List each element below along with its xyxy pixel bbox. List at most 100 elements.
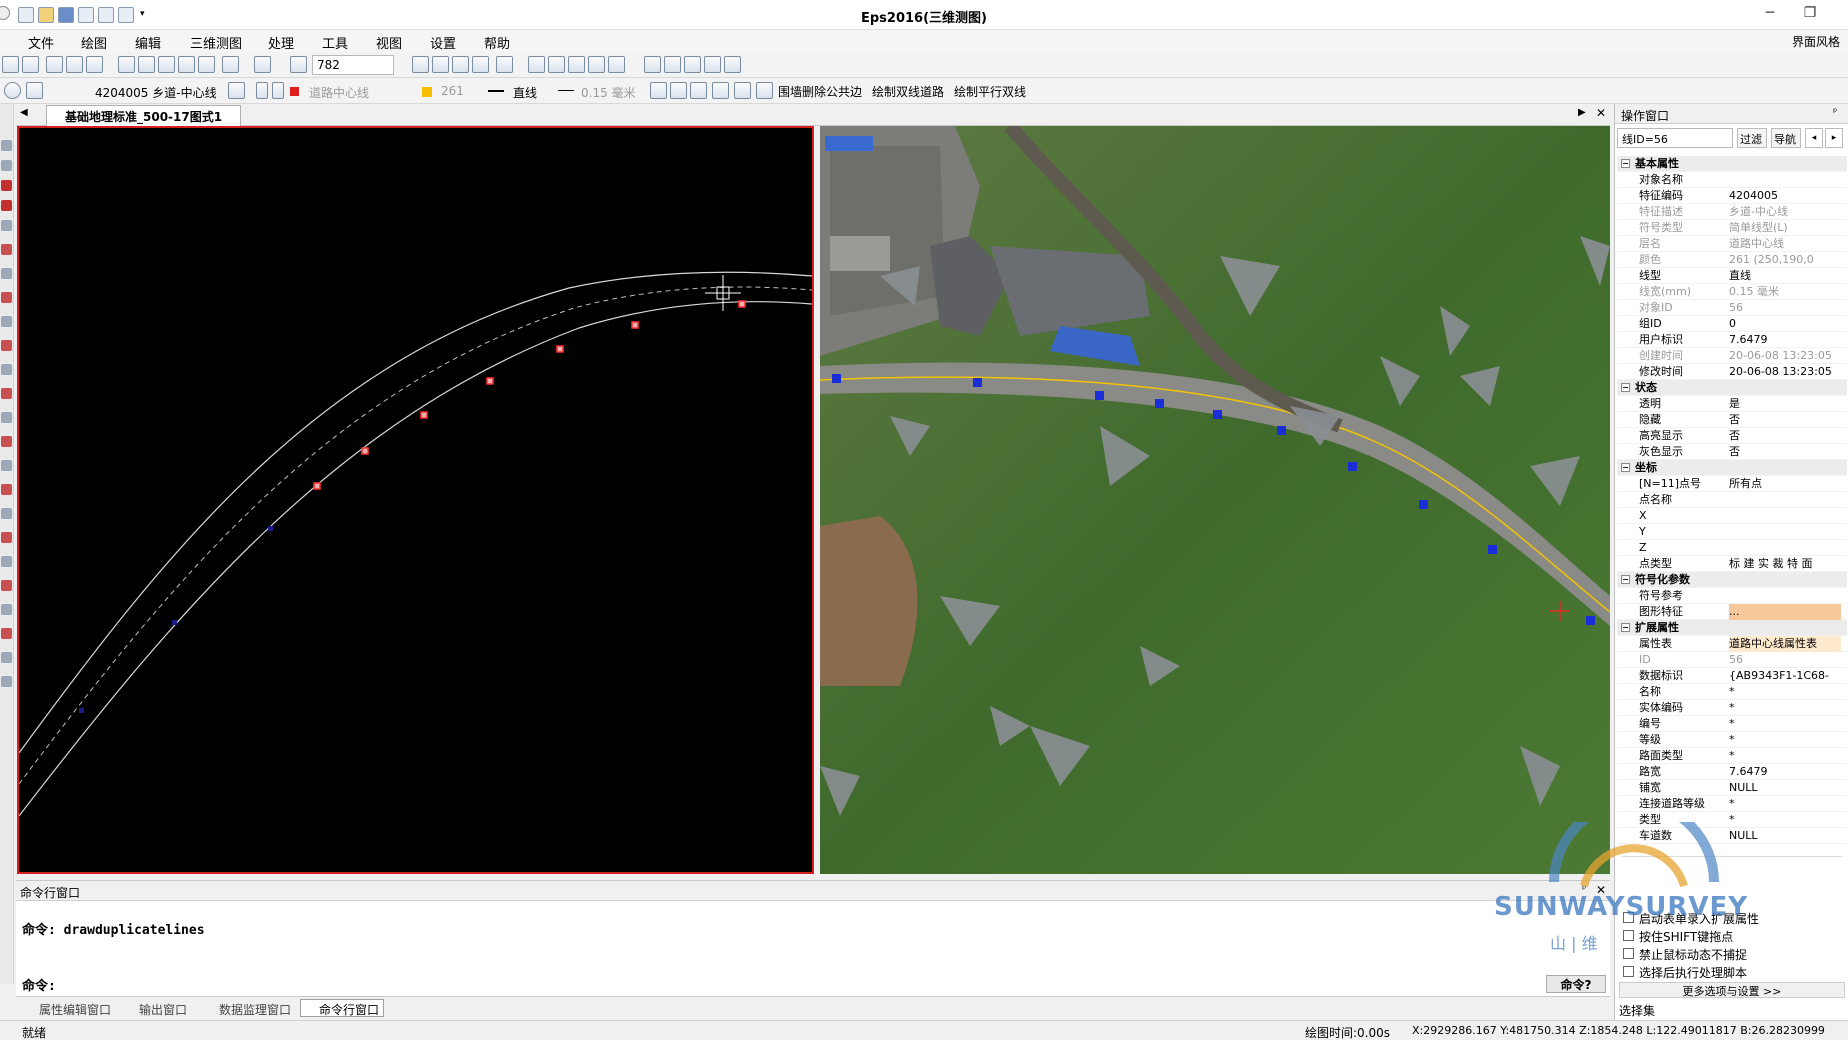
monitor-icon[interactable] — [734, 82, 751, 99]
property-row[interactable]: 等级 * — [1617, 732, 1847, 748]
property-row[interactable]: 对象名称 — [1617, 172, 1847, 188]
tool-13-icon[interactable] — [1, 412, 12, 423]
property-row[interactable]: 路面类型 * — [1617, 748, 1847, 764]
collapse-toggle-icon[interactable]: − — [1621, 575, 1630, 584]
property-row[interactable]: 名称 * — [1617, 684, 1847, 700]
undo-icon[interactable] — [2, 56, 19, 73]
property-group-header[interactable]: − 坐标 — [1617, 460, 1847, 476]
tab-scroll-right-icon[interactable]: ▶ — [1578, 107, 1586, 118]
property-value[interactable]: 道路中心线属性表 — [1729, 636, 1841, 652]
property-row[interactable]: 高亮显示 否 — [1617, 428, 1847, 444]
view-2-icon[interactable] — [548, 56, 565, 73]
tool-15-icon[interactable] — [1, 460, 12, 471]
option-no-dynamic-snap-checkbox[interactable] — [1623, 948, 1634, 959]
tool-21-icon[interactable] — [1, 604, 12, 615]
more-options-button[interactable]: 更多选项与设置 >> — [1619, 982, 1845, 998]
selection-set-tab[interactable]: 选择集 — [1619, 1002, 1655, 1019]
grid-4-icon[interactable] — [472, 56, 489, 73]
option-run-script[interactable]: 选择后执行处理脚本 — [1623, 964, 1747, 981]
zoom-out-icon[interactable] — [118, 56, 135, 73]
property-value[interactable]: 7.6479 — [1729, 764, 1841, 780]
grid-1-icon[interactable] — [412, 56, 429, 73]
property-value[interactable]: 是 — [1729, 396, 1841, 412]
tool-18-icon[interactable] — [1, 532, 12, 543]
property-row[interactable]: 透明 是 — [1617, 396, 1847, 412]
menu-3d-mapping[interactable]: 三维测图 — [190, 33, 242, 52]
panel-pin-icon[interactable]: ᵖ — [1833, 107, 1837, 118]
tool-24-icon[interactable] — [1, 676, 12, 687]
property-row[interactable]: 编号 * — [1617, 716, 1847, 732]
view-5-icon[interactable] — [608, 56, 625, 73]
property-value[interactable]: 简单线型(L) — [1729, 220, 1841, 236]
info-icon[interactable] — [4, 82, 21, 99]
tool-2-icon[interactable] — [1, 160, 12, 171]
snap-5-icon[interactable] — [724, 56, 741, 73]
menu-file[interactable]: 文件 — [28, 33, 54, 52]
property-row[interactable]: Y — [1617, 524, 1847, 540]
lock-object-icon[interactable] — [650, 82, 667, 99]
zoom-previous-icon[interactable] — [198, 56, 215, 73]
color-combo[interactable]: 261 — [436, 81, 478, 101]
tool-22-icon[interactable] — [1, 628, 12, 639]
tab-close-icon[interactable]: ✕ — [1596, 106, 1606, 120]
command-pin-icon[interactable]: ᵖ — [1582, 884, 1586, 895]
property-row[interactable]: 隐藏 否 — [1617, 412, 1847, 428]
tool-11-icon[interactable] — [1, 364, 12, 375]
filter-button[interactable]: 过滤 — [1737, 128, 1767, 148]
next-object-icon[interactable]: ▸ — [1825, 128, 1843, 148]
property-value[interactable]: 道路中心线 — [1729, 236, 1841, 252]
tool-3-icon[interactable] — [1, 180, 12, 191]
property-value[interactable]: * — [1729, 684, 1841, 700]
draw-double-road-button[interactable]: 绘制双线道路 — [872, 83, 944, 100]
grid-2-icon[interactable] — [432, 56, 449, 73]
map-2d-view[interactable] — [17, 126, 814, 874]
code-display-icon[interactable] — [496, 56, 513, 73]
tab-output[interactable]: 输出窗口 — [120, 999, 192, 1017]
redraw-icon[interactable] — [222, 56, 239, 73]
menu-view[interactable]: 视图 — [376, 33, 402, 52]
edit-doc-icon[interactable] — [690, 82, 707, 99]
snap-2-icon[interactable] — [664, 56, 681, 73]
option-shift-drag-checkbox[interactable] — [1623, 930, 1634, 941]
property-row[interactable]: 对象ID 56 — [1617, 300, 1847, 316]
property-value[interactable]: ... — [1729, 604, 1841, 620]
property-value[interactable]: 0 — [1729, 316, 1841, 332]
property-row[interactable]: 路宽 7.6479 — [1617, 764, 1847, 780]
property-row[interactable]: 铺宽 NULL — [1617, 780, 1847, 796]
property-value[interactable]: 7.6479 — [1729, 332, 1841, 348]
property-row[interactable]: 符号类型 简单线型(L) — [1617, 220, 1847, 236]
tool-6-icon[interactable] — [1, 244, 12, 255]
linetype-combo[interactable]: 直线 — [508, 81, 554, 101]
minimize-button[interactable]: ─ — [1760, 5, 1780, 23]
property-value[interactable]: NULL — [1729, 780, 1841, 796]
tool-23-icon[interactable] — [1, 652, 12, 663]
tab-scroll-left-icon[interactable]: ◀ — [20, 107, 28, 118]
layer-combo[interactable]: 道路中心线 — [304, 81, 410, 101]
property-value[interactable]: 标 建 实 裁 特 面 — [1729, 556, 1841, 572]
property-group-header[interactable]: − 状态 — [1617, 380, 1847, 396]
property-row[interactable]: X — [1617, 508, 1847, 524]
property-value[interactable]: 4204005 — [1729, 188, 1841, 204]
map-3d-aerial-view[interactable] — [820, 126, 1610, 874]
property-row[interactable]: 数据标识 {AB9343F1-1C68- — [1617, 668, 1847, 684]
interface-style-menu[interactable]: 界面风格 — [1792, 33, 1840, 50]
tool-20-icon[interactable] — [1, 580, 12, 591]
option-form-entry[interactable]: 启动表单录入扩展属性 — [1623, 910, 1759, 927]
property-row[interactable]: 用户标识 7.6479 — [1617, 332, 1847, 348]
cut-icon[interactable] — [46, 56, 63, 73]
bulb-icon[interactable] — [256, 82, 268, 99]
code-picker-icon[interactable] — [26, 82, 43, 99]
property-value[interactable]: * — [1729, 748, 1841, 764]
property-row[interactable]: 颜色 261 (250,190,0 — [1617, 252, 1847, 268]
tool-4-icon[interactable] — [1, 200, 12, 211]
menu-draw[interactable]: 绘图 — [81, 33, 107, 52]
property-value[interactable]: 否 — [1729, 412, 1841, 428]
tool-19-icon[interactable] — [1, 556, 12, 567]
tool-17-icon[interactable] — [1, 508, 12, 519]
property-row[interactable]: 修改时间 20-06-08 13:23:05 — [1617, 364, 1847, 380]
tool-16-icon[interactable] — [1, 484, 12, 495]
property-group-header[interactable]: − 基本属性 — [1617, 156, 1847, 172]
view-4-icon[interactable] — [588, 56, 605, 73]
property-value[interactable]: * — [1729, 716, 1841, 732]
view-3-icon[interactable] — [568, 56, 585, 73]
